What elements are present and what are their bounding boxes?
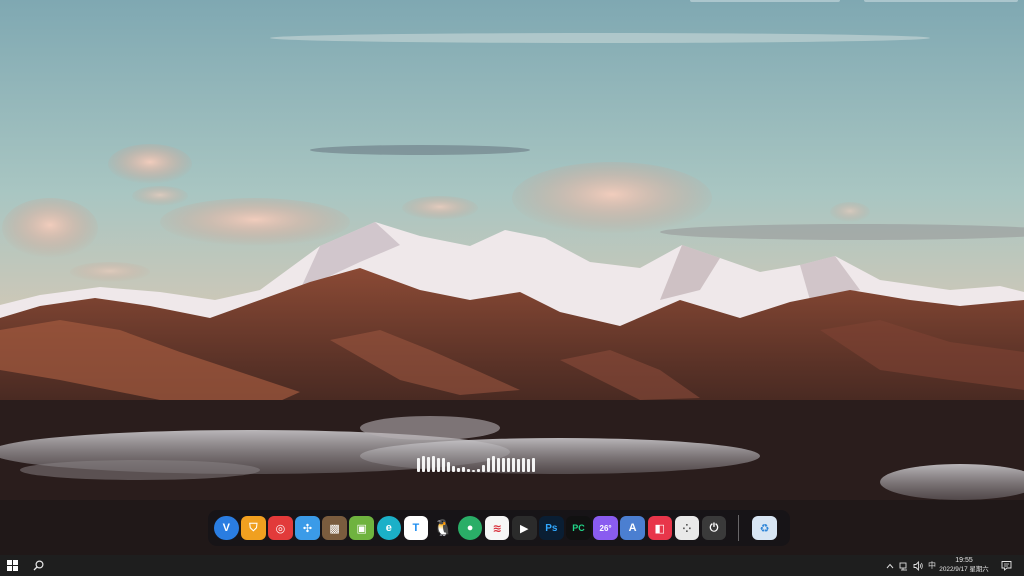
visualizer-bar [447,462,450,472]
shield-icon: ⛉ [249,521,258,534]
visualizer-bar [492,456,495,472]
visualizer-bar [467,469,470,472]
red-cards-icon: ◧ [654,522,665,535]
visualizer-bar [477,469,480,472]
notification-icon [1001,560,1011,571]
t-app-icon: T [412,522,420,534]
visualizer-bar [427,457,430,472]
app-store-icon: A [628,522,637,534]
visualizer-bar [437,458,440,472]
photoshop-icon: Ps [545,522,558,534]
edge-icon: e [385,522,392,534]
dock-app-media[interactable]: ▶ [512,515,537,541]
dock-separator [737,515,739,541]
visualizer-bar [417,458,420,472]
dock-app-netease-music[interactable]: ◎ [268,515,293,541]
visualizer-bar [532,458,535,472]
pycharm-icon: PC [572,523,585,533]
visualizer-bar [442,458,445,472]
notes-red-icon: ≋ [492,522,502,535]
visualizer-bar [502,458,505,472]
recycle-bin-icon: ♻ [759,522,770,535]
search-icon [33,560,44,571]
dock-app-power[interactable]: ⏻ [701,515,727,541]
dock-app-shield[interactable]: ⛉ [241,515,266,541]
visualizer-bar [432,456,435,472]
clock[interactable]: 19:55 2022/9/17 星期六 [935,556,993,574]
pinwheel-icon: ✣ [302,522,313,535]
dock-app-qq[interactable]: 🐧 [431,516,456,541]
wechat-icon: ● [466,522,474,534]
dock-app-pycharm[interactable]: PC [566,515,591,541]
minecraft-icon: ▣ [356,522,367,535]
dock-app-red-list[interactable]: ≋ [484,515,510,541]
v-circle-icon: V [222,522,230,534]
top-edge-bar-left [690,0,840,2]
system-tray: 中 [884,555,938,576]
desktop[interactable]: V ⛉ ◎ ✣ ▩ ▣ e T 🐧 ● ≋ ▶ Ps PC 26° A ◧ ⁘ ⏻ ♻ [0,0,1024,555]
visualizer-bar [512,458,515,472]
visualizer-bar [522,458,525,472]
media-player-icon: ▶ [520,522,529,535]
visualizer-bar [507,458,510,472]
dock-app-photoshop[interactable]: Ps [539,515,564,541]
visualizer-bar [472,470,475,472]
dock-app-weather[interactable]: 26° [593,515,618,541]
qq-penguin-icon: 🐧 [433,520,453,537]
visualizer-bar [497,458,500,472]
taskbar: 中 19:55 2022/9/17 星期六 [0,555,1024,576]
dock-app-launcher[interactable]: ⁘ [674,515,700,541]
visualizer-bar [422,456,425,472]
visualizer-bar [517,459,520,472]
clock-time: 19:55 [955,557,973,564]
dock-app-pinwheel[interactable]: ✣ [295,515,320,541]
visualizer-bar [452,466,455,472]
visualizer-bar [457,468,460,472]
dock-app-t[interactable]: T [403,515,429,541]
top-edge-bar-right [864,0,1018,2]
volume-icon[interactable] [912,559,924,573]
power-icon: ⏻ [709,521,719,534]
search-button[interactable] [30,557,47,574]
dock: V ⛉ ◎ ✣ ▩ ▣ e T 🐧 ● ≋ ▶ Ps PC 26° A ◧ ⁘ ⏻ ♻ [208,510,790,546]
start-button[interactable] [4,557,21,574]
dock-app-minecraft[interactable]: ▣ [349,515,374,541]
dock-app-wechat[interactable]: ● [457,515,483,541]
dock-app-game-1[interactable]: ▩ [322,515,347,541]
audio-visualizer [417,456,589,472]
game-art-icon: ▩ [329,522,340,535]
dock-app-red-square[interactable]: ◧ [647,515,672,541]
dock-app-v[interactable]: V [214,515,239,541]
dock-app-store[interactable]: A [620,515,645,541]
dock-app-edge[interactable]: e [376,515,402,541]
netease-music-icon: ◎ [275,522,286,535]
notification-button[interactable] [999,558,1013,572]
visualizer-bar [462,467,465,472]
windows-logo-icon [7,560,18,571]
dock-recycle-bin[interactable]: ♻ [752,515,777,541]
visualizer-bar [487,458,490,472]
visualizer-bar [527,459,530,472]
tray-chevron-icon[interactable] [884,559,896,573]
clock-date: 2022/9/17 星期六 [939,566,989,573]
launcher-grid-icon: ⁘ [682,522,692,535]
visualizer-bar [482,465,485,472]
network-icon[interactable] [898,559,910,573]
weather-cloud-icon: 26° [599,523,612,533]
